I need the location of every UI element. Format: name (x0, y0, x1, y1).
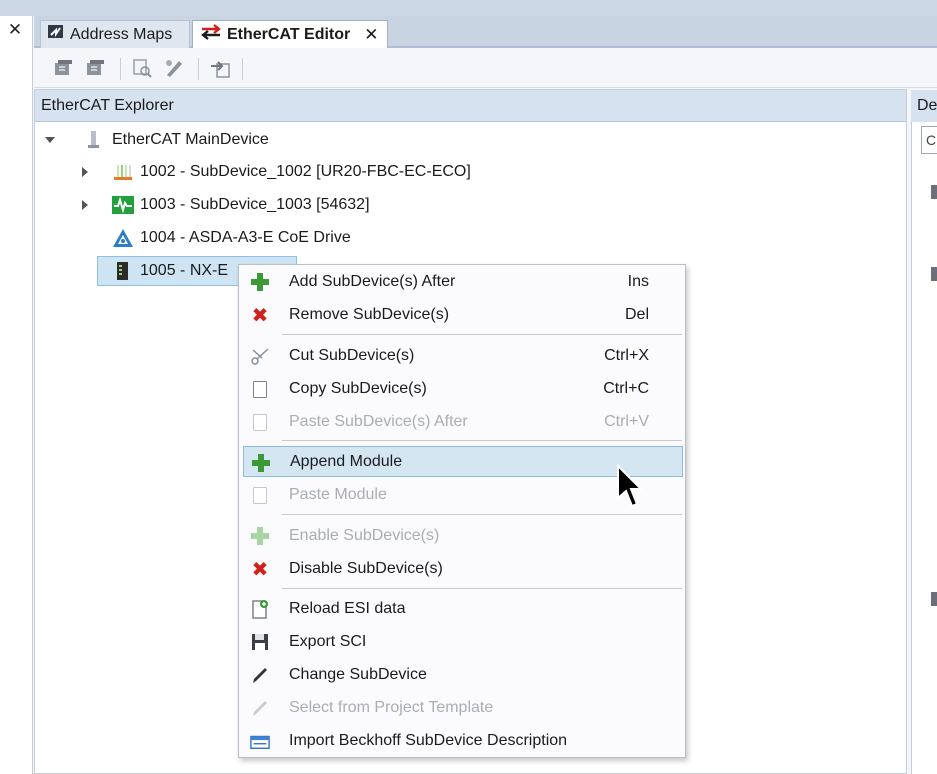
menu-item-select-from-template[interactable]: Select from Project Template (243, 692, 683, 723)
menu-item-label: Cut SubDevice(s) (289, 346, 415, 364)
menu-item-label: Paste Module (289, 485, 387, 503)
tab-address-maps[interactable]: Address Maps (40, 20, 190, 48)
ethercat-swap-icon (200, 23, 222, 46)
red-x-icon: ✖ (251, 303, 269, 327)
paste-icon (250, 485, 270, 505)
tree-item-subdevice-1005[interactable]: 1005 - NX-E (112, 258, 228, 284)
right-panel-label-marker (931, 267, 937, 281)
menu-item-label: Append Module (290, 452, 403, 470)
menu-item-reload-esi[interactable]: Reload ESI data (243, 593, 683, 624)
tab-ethercat-editor[interactable]: EtherCAT Editor ✕ (192, 20, 388, 48)
right-panel-field[interactable]: C (921, 126, 937, 154)
menu-item-shortcut: Ins (627, 272, 649, 290)
menu-item-label: Paste SubDevice(s) After (289, 412, 468, 430)
tree-item-label: 1005 - NX-E (140, 262, 229, 279)
tree-expand-icon[interactable] (45, 137, 55, 143)
tree-item-subdevice-1003[interactable]: 1003 - SubDevice_1003 [54632] (112, 192, 370, 218)
menu-item-remove-subdevice[interactable]: ✖ Remove SubDevice(s) Del (243, 299, 683, 330)
window-top-strip (0, 0, 937, 16)
remove-device-icon[interactable] (84, 56, 108, 80)
menu-separator (282, 334, 682, 335)
right-panel-label-marker (931, 592, 937, 606)
menu-item-enable-subdevice[interactable]: Enable SubDevice(s) (243, 520, 683, 551)
menu-item-import-beckhoff[interactable]: Import Beckhoff SubDevice Description (243, 725, 683, 756)
save-disk-icon (250, 632, 270, 652)
tab-close-icon[interactable]: ✕ (364, 25, 378, 45)
menu-item-label: Import Beckhoff SubDevice Description (289, 731, 568, 749)
red-x-icon: ✖ (251, 557, 269, 581)
menu-item-label: Copy SubDevice(s) (289, 379, 427, 397)
add-device-icon[interactable] (52, 56, 76, 80)
green-plus-icon (250, 526, 270, 546)
menu-item-shortcut: Del (624, 305, 649, 323)
tree-item-label: EtherCAT MainDevice (112, 131, 269, 148)
menu-item-label: Export SCI (289, 632, 367, 650)
nx-coupler-icon (112, 261, 132, 281)
scissors-icon (250, 346, 270, 366)
maindevice-icon (84, 130, 104, 150)
menu-item-label: Select from Project Template (289, 698, 494, 716)
menu-item-export-sci[interactable]: Export SCI (243, 626, 683, 657)
export-icon[interactable] (208, 56, 232, 80)
tree-item-label: 1002 - SubDevice_1002 [UR20-FBC-EC-ECO] (140, 163, 471, 180)
io-rack-icon (112, 162, 132, 182)
menu-item-label: Reload ESI data (289, 599, 406, 617)
menu-item-label: Enable SubDevice(s) (289, 526, 440, 544)
menu-separator (282, 514, 682, 515)
toolbar-separator (242, 58, 243, 80)
toolbar-separator (198, 58, 199, 80)
menu-item-change-subdevice[interactable]: Change SubDevice (243, 659, 683, 690)
right-panel-header: De (911, 90, 937, 122)
edit-icon[interactable] (162, 56, 186, 80)
menu-item-paste-subdevice-after[interactable]: Paste SubDevice(s) After Ctrl+V (243, 406, 683, 437)
menu-item-cut-subdevice[interactable]: Cut SubDevice(s) Ctrl+X (243, 340, 683, 371)
menu-separator (282, 588, 682, 589)
green-plus-icon (251, 453, 271, 473)
left-panel-close-icon[interactable]: ✕ (6, 20, 24, 40)
pencil-icon (250, 698, 270, 718)
tab-address-maps-label: Address Maps (70, 25, 173, 43)
tab-ethercat-editor-label: EtherCAT Editor (227, 25, 351, 43)
tree-item-subdevice-1002[interactable]: 1002 - SubDevice_1002 [UR20-FBC-EC-ECO] (112, 159, 471, 185)
tree-collapse-icon[interactable] (82, 200, 88, 210)
menu-separator (282, 440, 682, 441)
green-signal-icon (112, 195, 134, 215)
green-plus-icon (250, 272, 270, 292)
menu-item-label: Disable SubDevice(s) (289, 559, 443, 577)
tree-collapse-icon[interactable] (82, 167, 88, 177)
menu-item-shortcut: Ctrl+C (603, 379, 649, 397)
menu-item-shortcut: Ctrl+V (604, 412, 649, 430)
menu-item-label: Change SubDevice (289, 665, 427, 683)
right-panel-label-marker (931, 185, 937, 199)
import-device-icon (250, 731, 270, 751)
delta-drive-icon (112, 228, 133, 248)
menu-item-shortcut: Ctrl+X (604, 346, 649, 364)
menu-item-label: Remove SubDevice(s) (289, 305, 450, 323)
mouse-cursor-icon (616, 463, 644, 510)
tree-item-subdevice-1004[interactable]: 1004 - ASDA-A3-E CoE Drive (112, 225, 351, 251)
tree-item-maindevice[interactable]: EtherCAT MainDevice (84, 127, 269, 153)
menu-item-label: Add SubDevice(s) After (289, 272, 456, 290)
right-details-panel (911, 122, 937, 774)
explorer-header: EtherCAT Explorer (35, 90, 906, 122)
left-side-panel (0, 16, 33, 774)
tree-item-label: 1004 - ASDA-A3-E CoE Drive (140, 229, 351, 246)
menu-item-copy-subdevice[interactable]: Copy SubDevice(s) Ctrl+C (243, 373, 683, 404)
reload-file-icon (250, 599, 270, 619)
menu-item-disable-subdevice[interactable]: ✖ Disable SubDevice(s) (243, 553, 683, 584)
address-maps-icon (47, 23, 65, 46)
scan-icon[interactable] (130, 56, 154, 80)
pencil-icon (250, 665, 270, 685)
menu-item-add-subdevice-after[interactable]: Add SubDevice(s) After Ins (243, 266, 683, 297)
paste-icon (250, 412, 270, 432)
copy-icon (250, 379, 270, 399)
tree-item-label: 1003 - SubDevice_1003 [54632] (140, 196, 370, 213)
toolbar-separator (120, 58, 121, 80)
